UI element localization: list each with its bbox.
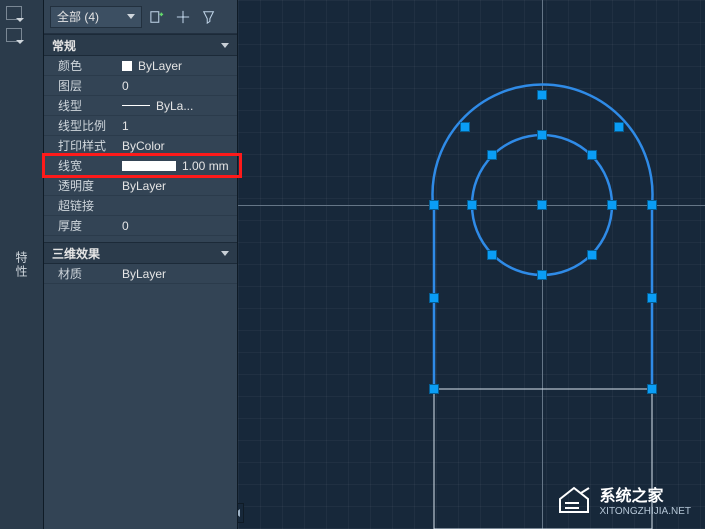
- prop-row-ltscale[interactable]: 线型比例 1: [44, 116, 237, 136]
- grip[interactable]: [429, 293, 439, 303]
- chevron-down-icon: [221, 251, 229, 256]
- prop-value-text: ByColor: [116, 139, 237, 153]
- panel-collapse-handle[interactable]: [238, 503, 244, 523]
- prop-value: 1.00 mm: [116, 159, 237, 173]
- grip[interactable]: [537, 130, 547, 140]
- object-type-select[interactable]: 全部 (4): [50, 6, 142, 28]
- grip[interactable]: [587, 250, 597, 260]
- panel-menu-icon[interactable]: [6, 6, 22, 20]
- grip[interactable]: [614, 122, 624, 132]
- grip[interactable]: [647, 293, 657, 303]
- prop-value: ByLa...: [116, 99, 237, 113]
- drawing-svg: [238, 0, 705, 529]
- section-3d-header[interactable]: 三维效果: [44, 242, 237, 264]
- grip[interactable]: [647, 200, 657, 210]
- grip[interactable]: [487, 150, 497, 160]
- grip[interactable]: [460, 122, 470, 132]
- grip[interactable]: [537, 270, 547, 280]
- prop-label: 图层: [44, 77, 116, 94]
- prop-label: 打印样式: [44, 137, 116, 154]
- prop-value-text: ByLa...: [156, 99, 193, 113]
- properties-tab-strip: 特性: [0, 0, 44, 529]
- prop-row-transparency[interactable]: 透明度 ByLayer: [44, 176, 237, 196]
- grip[interactable]: [537, 90, 547, 100]
- grip[interactable]: [537, 200, 547, 210]
- prop-label: 透明度: [44, 177, 116, 194]
- prop-value-text: ByLayer: [116, 179, 237, 193]
- grip[interactable]: [607, 200, 617, 210]
- prop-label: 材质: [44, 265, 116, 282]
- drawing-canvas[interactable]: 系统之家 XITONGZHIJIA.NET: [238, 0, 705, 529]
- drawing-content: [238, 0, 705, 529]
- watermark-url: XITONGZHIJIA.NET: [600, 506, 692, 517]
- grip[interactable]: [487, 250, 497, 260]
- prop-row-lineweight[interactable]: 线宽 1.00 mm: [44, 156, 237, 176]
- toggle-pickadd-icon[interactable]: [146, 6, 168, 28]
- lineweight-preview-bar: [122, 161, 176, 171]
- chevron-down-icon: [221, 43, 229, 48]
- properties-header: 全部 (4): [44, 0, 237, 34]
- section-3d-rows: 材质 ByLayer: [44, 264, 237, 284]
- chevron-down-icon: [127, 14, 135, 19]
- prop-label: 颜色: [44, 57, 116, 74]
- panel-menu-icon-2[interactable]: [6, 28, 22, 42]
- prop-value: ByLayer: [116, 59, 237, 73]
- watermark: 系统之家 XITONGZHIJIA.NET: [556, 482, 692, 517]
- prop-value-text: ByLayer: [138, 59, 182, 73]
- properties-tab-label[interactable]: 特性: [13, 251, 30, 279]
- house-icon: [556, 485, 592, 515]
- prop-value-text: 0: [116, 219, 237, 233]
- grip[interactable]: [647, 384, 657, 394]
- color-swatch: [122, 61, 132, 71]
- grip[interactable]: [429, 384, 439, 394]
- prop-row-linetype[interactable]: 线型 ByLa...: [44, 96, 237, 116]
- prop-row-color[interactable]: 颜色 ByLayer: [44, 56, 237, 76]
- grip[interactable]: [467, 200, 477, 210]
- object-type-text: 全部 (4): [57, 8, 99, 25]
- prop-row-plotstyle[interactable]: 打印样式 ByColor: [44, 136, 237, 156]
- prop-value-text: 0: [116, 79, 237, 93]
- prop-value-text: ByLayer: [116, 267, 237, 281]
- section-general-header[interactable]: 常规: [44, 34, 237, 56]
- section-general-title: 常规: [52, 37, 76, 54]
- properties-panel: 全部 (4) 常规 颜色 ByLayer 图层 0 线型: [44, 0, 238, 529]
- prop-value-text: 1: [116, 119, 237, 133]
- prop-label: 超链接: [44, 197, 116, 214]
- grip[interactable]: [429, 200, 439, 210]
- select-objects-icon[interactable]: [172, 6, 194, 28]
- grip[interactable]: [587, 150, 597, 160]
- section-general-rows: 颜色 ByLayer 图层 0 线型 ByLa... 线型比例 1 打印样式 B…: [44, 56, 237, 236]
- prop-label: 厚度: [44, 217, 116, 234]
- prop-row-thickness[interactable]: 厚度 0: [44, 216, 237, 236]
- prop-row-layer[interactable]: 图层 0: [44, 76, 237, 96]
- prop-row-material[interactable]: 材质 ByLayer: [44, 264, 237, 284]
- linetype-preview: [122, 105, 150, 106]
- quick-select-icon[interactable]: [198, 6, 220, 28]
- prop-label: 线宽: [44, 157, 116, 174]
- prop-label: 线型: [44, 97, 116, 114]
- watermark-title: 系统之家: [600, 482, 692, 506]
- prop-value-text: 1.00 mm: [182, 159, 229, 173]
- prop-label: 线型比例: [44, 117, 116, 134]
- section-3d-title: 三维效果: [52, 245, 100, 262]
- prop-row-hyperlink[interactable]: 超链接: [44, 196, 237, 216]
